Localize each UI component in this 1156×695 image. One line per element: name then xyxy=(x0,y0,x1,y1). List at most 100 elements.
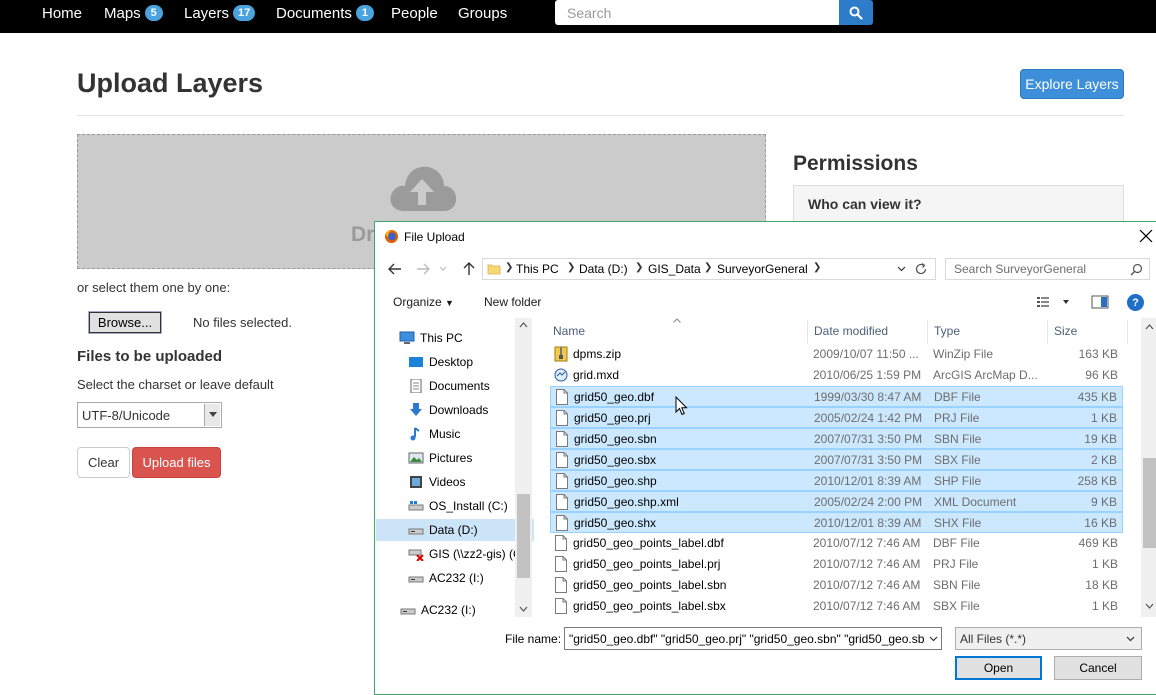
tree-item-documents[interactable]: Documents xyxy=(376,375,534,397)
browse-button[interactable]: Browse... xyxy=(88,311,162,334)
forward-button[interactable] xyxy=(413,259,433,279)
file-name: grid50_geo.sbx xyxy=(574,453,657,467)
file-name: grid50_geo.shp.xml xyxy=(574,495,679,509)
scroll-down-icon xyxy=(519,606,528,612)
file-row[interactable]: grid50_geo_points_label.prj 2010/07/12 7:… xyxy=(550,554,1123,575)
search-icon xyxy=(849,6,863,20)
file-row[interactable]: grid50_geo_points_label.dbf 2010/07/12 7:… xyxy=(550,533,1123,554)
close-icon[interactable] xyxy=(1137,227,1155,245)
network-drive-icon xyxy=(408,549,424,561)
file-row[interactable]: dpms.zip 2009/10/07 11:50 ... WinZip File 1… xyxy=(550,344,1123,365)
pictures-icon xyxy=(408,452,424,464)
nav-documents[interactable]: Documents 1 xyxy=(276,4,374,22)
file-type: SBX File xyxy=(934,453,981,467)
file-date-modified: 2010/06/25 1:59 PM xyxy=(813,368,922,382)
tree-item-this-pc[interactable]: This PC xyxy=(376,327,534,349)
charset-value: UTF-8/Unicode xyxy=(82,407,171,423)
site-search-input[interactable] xyxy=(555,0,839,25)
breadcrumb-gis-data[interactable]: GIS_Data xyxy=(648,262,701,276)
file-list-scroll-thumb[interactable] xyxy=(1143,458,1156,548)
folder-search-input[interactable]: Search SurveyorGeneral xyxy=(945,258,1150,280)
nav-pane-scroll-thumb[interactable] xyxy=(517,494,530,578)
column-header-size[interactable]: Size xyxy=(1054,324,1077,338)
recent-locations-button[interactable] xyxy=(433,259,453,279)
file-row[interactable]: grid50_geo.shp.xml 2005/02/24 2:00 PM XML … xyxy=(550,491,1123,512)
tree-item-desktop[interactable]: Desktop xyxy=(376,351,534,373)
help-icon[interactable]: ? xyxy=(1127,294,1144,311)
who-can-view-panel[interactable]: Who can view it? xyxy=(793,185,1124,225)
scroll-up-icon xyxy=(1145,324,1154,330)
nav-layers[interactable]: Layers 17 xyxy=(184,4,256,22)
nav-documents-label: Documents xyxy=(276,4,352,22)
file-type: SHP File xyxy=(934,474,982,488)
charset-select[interactable]: UTF-8/Unicode xyxy=(77,402,222,428)
file-date-modified: 2009/10/07 11:50 ... xyxy=(813,347,919,361)
tree-item-ac232[interactable]: AC232 (I:) xyxy=(376,599,534,617)
file-row[interactable]: grid50_geo.shx 2010/12/01 8:39 AM SHX File… xyxy=(550,512,1123,533)
tree-item-music[interactable]: Music xyxy=(376,423,534,445)
tree-item-ac232[interactable]: AC232 (I:) xyxy=(376,567,534,589)
file-row[interactable]: grid50_geo.sbx 2007/07/31 3:50 PM SBX File… xyxy=(550,449,1123,470)
tree-item-gis-network[interactable]: GIS (\\zz2-gis) (G xyxy=(376,543,534,565)
drive-c-icon xyxy=(408,501,424,511)
column-header-type[interactable]: Type xyxy=(934,324,960,338)
file-row[interactable]: grid50_geo.shp 2010/12/01 8:39 AM SHP File… xyxy=(550,470,1123,491)
tree-label: Documents xyxy=(429,379,490,393)
downloads-icon xyxy=(410,403,422,416)
file-row[interactable]: grid50_geo.prj 2005/02/24 1:42 PM PRJ File… xyxy=(550,407,1123,428)
forward-arrow-icon xyxy=(417,263,430,275)
preview-pane-icon[interactable] xyxy=(1091,295,1109,309)
nav-home[interactable]: Home xyxy=(42,4,82,22)
breadcrumb-surveyor-general[interactable]: SurveyorGeneral xyxy=(717,262,808,276)
site-search-button[interactable] xyxy=(839,0,873,25)
column-header-name[interactable]: Name xyxy=(553,324,585,338)
file-row[interactable]: grid50_geo.sbn 2007/07/31 3:50 PM SBN File… xyxy=(550,428,1123,449)
nav-people[interactable]: People xyxy=(391,4,438,22)
organize-menu[interactable]: Organize ▼ xyxy=(393,295,454,309)
chevron-down-icon[interactable] xyxy=(925,628,941,649)
file-row[interactable]: grid.mxd 2010/06/25 1:59 PM ArcGIS ArcMap … xyxy=(550,365,1123,386)
chevron-down-icon[interactable] xyxy=(897,266,906,272)
back-button[interactable] xyxy=(385,259,405,279)
view-options-icon[interactable] xyxy=(1036,295,1072,309)
new-folder-button[interactable]: New folder xyxy=(484,295,541,309)
address-bar[interactable]: ❯ This PC ❯ Data (D:) ❯ GIS_Data ❯ Surve… xyxy=(482,258,936,280)
breadcrumb-data-drive[interactable]: Data (D:) xyxy=(579,262,628,276)
file-row[interactable]: grid50_geo.dbf 1999/03/30 8:47 AM DBF File… xyxy=(550,386,1123,407)
chevron-right-icon: ❯ xyxy=(635,262,644,273)
breadcrumb-this-pc[interactable]: This PC xyxy=(516,262,559,276)
drive-icon xyxy=(400,608,416,615)
nav-maps[interactable]: Maps 5 xyxy=(104,4,163,22)
nav-groups-label: Groups xyxy=(458,4,508,22)
file-name: grid50_geo_points_label.sbx xyxy=(573,599,726,613)
tree-item-pictures[interactable]: Pictures xyxy=(376,447,534,469)
file-type: DBF File xyxy=(933,536,980,550)
scroll-up-icon xyxy=(519,322,528,328)
file-size: 2 KB xyxy=(1090,453,1117,467)
folder-search-placeholder: Search SurveyorGeneral xyxy=(954,262,1087,276)
upload-files-button[interactable]: Upload files xyxy=(132,447,221,478)
nav-groups[interactable]: Groups xyxy=(458,4,507,22)
nav-home-label: Home xyxy=(42,4,83,22)
videos-icon xyxy=(410,476,422,488)
file-date-modified: 2010/12/01 8:39 AM xyxy=(814,516,922,530)
nav-layers-label: Layers xyxy=(184,4,230,22)
tree-item-data-drive[interactable]: Data (D:) xyxy=(376,519,534,541)
up-folder-button[interactable] xyxy=(459,259,479,279)
cancel-button[interactable]: Cancel xyxy=(1054,656,1142,680)
open-button[interactable]: Open xyxy=(955,656,1042,680)
tree-item-downloads[interactable]: Downloads xyxy=(376,399,534,421)
divider xyxy=(77,115,1124,116)
file-name-input[interactable]: "grid50_geo.dbf" "grid50_geo.prj" "grid5… xyxy=(564,627,942,650)
explore-layers-button[interactable]: Explore Layers xyxy=(1020,69,1124,99)
file-name: dpms.zip xyxy=(573,347,622,361)
refresh-icon[interactable] xyxy=(914,262,928,276)
file-row[interactable]: grid50_geo_points_label.sbn 2010/07/12 7:… xyxy=(550,575,1123,596)
file-type: ArcGIS ArcMap D... xyxy=(933,368,1038,382)
clear-button[interactable]: Clear xyxy=(77,447,130,478)
tree-item-videos[interactable]: Videos xyxy=(376,471,534,493)
file-type-filter[interactable]: All Files (*.*) xyxy=(955,627,1142,650)
column-header-date[interactable]: Date modified xyxy=(814,324,888,338)
tree-item-os-install[interactable]: OS_Install (C:) xyxy=(376,495,534,517)
file-row[interactable]: grid50_geo_points_label.sbx 2010/07/12 7:… xyxy=(550,596,1123,617)
